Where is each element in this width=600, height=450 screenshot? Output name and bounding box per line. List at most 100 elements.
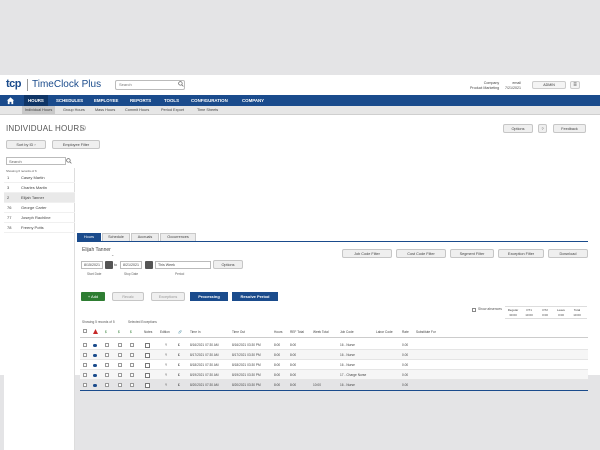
subnav-group-hours[interactable]: Group Hours: [60, 106, 88, 114]
col-job-code[interactable]: Job Code: [340, 330, 354, 334]
col-week-total[interactable]: Week Total: [313, 330, 329, 334]
row-checkbox[interactable]: [83, 353, 87, 357]
admin-dropdown[interactable]: ADMIN: [532, 81, 566, 89]
col-notes[interactable]: Notes: [144, 330, 152, 334]
calendar-icon[interactable]: [145, 261, 153, 269]
subnav-individual-hours[interactable]: Individual Hours: [22, 106, 56, 114]
col-rate[interactable]: Rate: [402, 330, 409, 334]
col-hours[interactable]: Hours: [274, 330, 283, 334]
table-row[interactable]: Y £ 8/17/2021 07:30 AM 8/17/2021 03:30 P…: [80, 350, 588, 360]
row-checkbox[interactable]: [105, 363, 109, 367]
row-checkbox[interactable]: [130, 373, 134, 377]
employee-row-selected[interactable]: 2 Elijah Tanner: [4, 193, 75, 203]
add-button[interactable]: + Add: [81, 292, 105, 301]
period-select[interactable]: This Week: [155, 261, 211, 269]
feedback-button[interactable]: Feedback: [553, 124, 586, 133]
employee-row[interactable]: 78 Freeny Potts: [4, 223, 75, 233]
subnav-time-sheets[interactable]: Time Sheets: [194, 106, 221, 114]
recalculate-button[interactable]: Recalc: [112, 292, 144, 301]
help-icon[interactable]: ?: [80, 125, 86, 131]
col-substitute-for[interactable]: Substitute For: [416, 330, 436, 334]
subnav-mass-hours[interactable]: Mass Hours: [92, 106, 118, 114]
menu-icon[interactable]: ≡: [570, 81, 580, 89]
tab-occurrences[interactable]: Occurrences: [160, 233, 196, 241]
cost-code-filter-button[interactable]: Cost Code Filter: [396, 249, 446, 258]
row-checkbox[interactable]: [105, 343, 109, 347]
notes-icon[interactable]: [145, 382, 150, 388]
help-button[interactable]: ?: [538, 124, 547, 133]
cell-ref-total: 8:00: [290, 353, 297, 357]
employee-row[interactable]: 1 Casey Martin: [4, 173, 75, 183]
download-button[interactable]: Download: [548, 249, 588, 258]
nav-tools[interactable]: TOOLS: [160, 95, 183, 106]
nav-schedules[interactable]: SCHEDULES: [52, 95, 87, 106]
options-button[interactable]: Options: [503, 124, 533, 133]
segment-filter-button[interactable]: Segment Filter: [450, 249, 494, 258]
row-checkbox[interactable]: [130, 353, 134, 357]
row-checkbox[interactable]: [83, 383, 87, 387]
col-ref-total[interactable]: REF Total: [290, 330, 304, 334]
calendar-icon[interactable]: [105, 261, 113, 269]
row-checkbox[interactable]: [118, 383, 122, 387]
sort-by-button[interactable]: Sort by ID ›: [6, 140, 46, 149]
employee-row[interactable]: 3 Charles Martin: [4, 183, 75, 193]
row-checkbox[interactable]: [83, 343, 87, 347]
tab-accruals[interactable]: Accruals: [131, 233, 159, 241]
cell-time-in: 8/20/2021 07:30 AM: [190, 383, 219, 387]
processing-button[interactable]: Processing: [190, 292, 228, 301]
exceptions-button[interactable]: Exceptions: [151, 292, 185, 301]
table-row[interactable]: Y £ 8/16/2021 07:30 AM 8/16/2021 03:30 P…: [80, 340, 588, 350]
tab-schedule[interactable]: Schedule: [102, 233, 130, 241]
notes-icon[interactable]: [145, 342, 150, 348]
nav-hours[interactable]: HOURS: [24, 95, 48, 106]
notes-icon[interactable]: [145, 352, 150, 358]
show-absences-checkbox[interactable]: [472, 308, 476, 312]
table-row[interactable]: Y £ 8/18/2021 07:30 AM 8/18/2021 03:30 P…: [80, 360, 588, 370]
col-time-out[interactable]: Time Out: [232, 330, 245, 334]
employee-row[interactable]: 76 George Carter: [4, 203, 75, 213]
notes-icon[interactable]: [145, 362, 150, 368]
employee-filter-button[interactable]: Employee Filter: [52, 140, 100, 149]
employee-search-input[interactable]: Search: [6, 157, 66, 165]
search-icon[interactable]: [66, 158, 72, 164]
row-checkbox[interactable]: [83, 363, 87, 367]
row-checkbox[interactable]: [130, 383, 134, 387]
select-all-checkbox[interactable]: [83, 329, 87, 333]
subnav-period-export[interactable]: Period Export: [158, 106, 187, 114]
job-code-filter-button[interactable]: Job Code Filter: [342, 249, 392, 258]
tab-hours[interactable]: Hours: [77, 233, 101, 241]
subnav-commit-hours[interactable]: Commit Hours: [122, 106, 152, 114]
row-checkbox[interactable]: [130, 343, 134, 347]
row-checkbox[interactable]: [118, 343, 122, 347]
nav-reports[interactable]: REPORTS: [126, 95, 155, 106]
row-checkbox[interactable]: [118, 373, 122, 377]
row-checkbox[interactable]: [105, 383, 109, 387]
table-row[interactable]: Y £ 8/19/2021 07:30 AM 8/19/2021 03:30 P…: [80, 370, 588, 380]
row-checkbox[interactable]: [118, 353, 122, 357]
start-date-input[interactable]: 8/15/2021: [81, 261, 103, 269]
global-search-input[interactable]: Search: [115, 80, 185, 90]
notes-icon[interactable]: [145, 372, 150, 378]
col-edition[interactable]: Edition: [160, 330, 170, 334]
col-time-in[interactable]: Time In: [190, 330, 201, 334]
exception-filter-button[interactable]: Exception Filter: [498, 249, 544, 258]
row-checkbox[interactable]: [83, 373, 87, 377]
employee-name: Casey Martin: [21, 175, 45, 180]
col-labor-code[interactable]: Labor Code: [376, 330, 393, 334]
nav-employee[interactable]: EMPLOYEE: [90, 95, 122, 106]
row-checkbox[interactable]: [130, 363, 134, 367]
period-options-button[interactable]: Options: [213, 260, 243, 269]
home-icon[interactable]: [6, 96, 15, 105]
row-checkbox[interactable]: [105, 373, 109, 377]
search-icon[interactable]: [178, 81, 184, 87]
row-checkbox[interactable]: [118, 363, 122, 367]
nav-configuration[interactable]: CONFIGURATION: [187, 95, 232, 106]
table-row[interactable]: Y £ 8/20/2021 07:30 AM 8/20/2021 03:30 P…: [80, 380, 588, 390]
end-date-input[interactable]: 8/21/2021: [120, 261, 142, 269]
nav-company[interactable]: COMPANY: [238, 95, 268, 106]
resolve-period-button[interactable]: Resolve Period: [232, 292, 278, 301]
employee-row[interactable]: 77 Joseph Rachline: [4, 213, 75, 223]
chevron-down-icon[interactable]: ⌄: [111, 252, 114, 257]
company-value: Product Marketing: [470, 85, 500, 90]
row-checkbox[interactable]: [105, 353, 109, 357]
